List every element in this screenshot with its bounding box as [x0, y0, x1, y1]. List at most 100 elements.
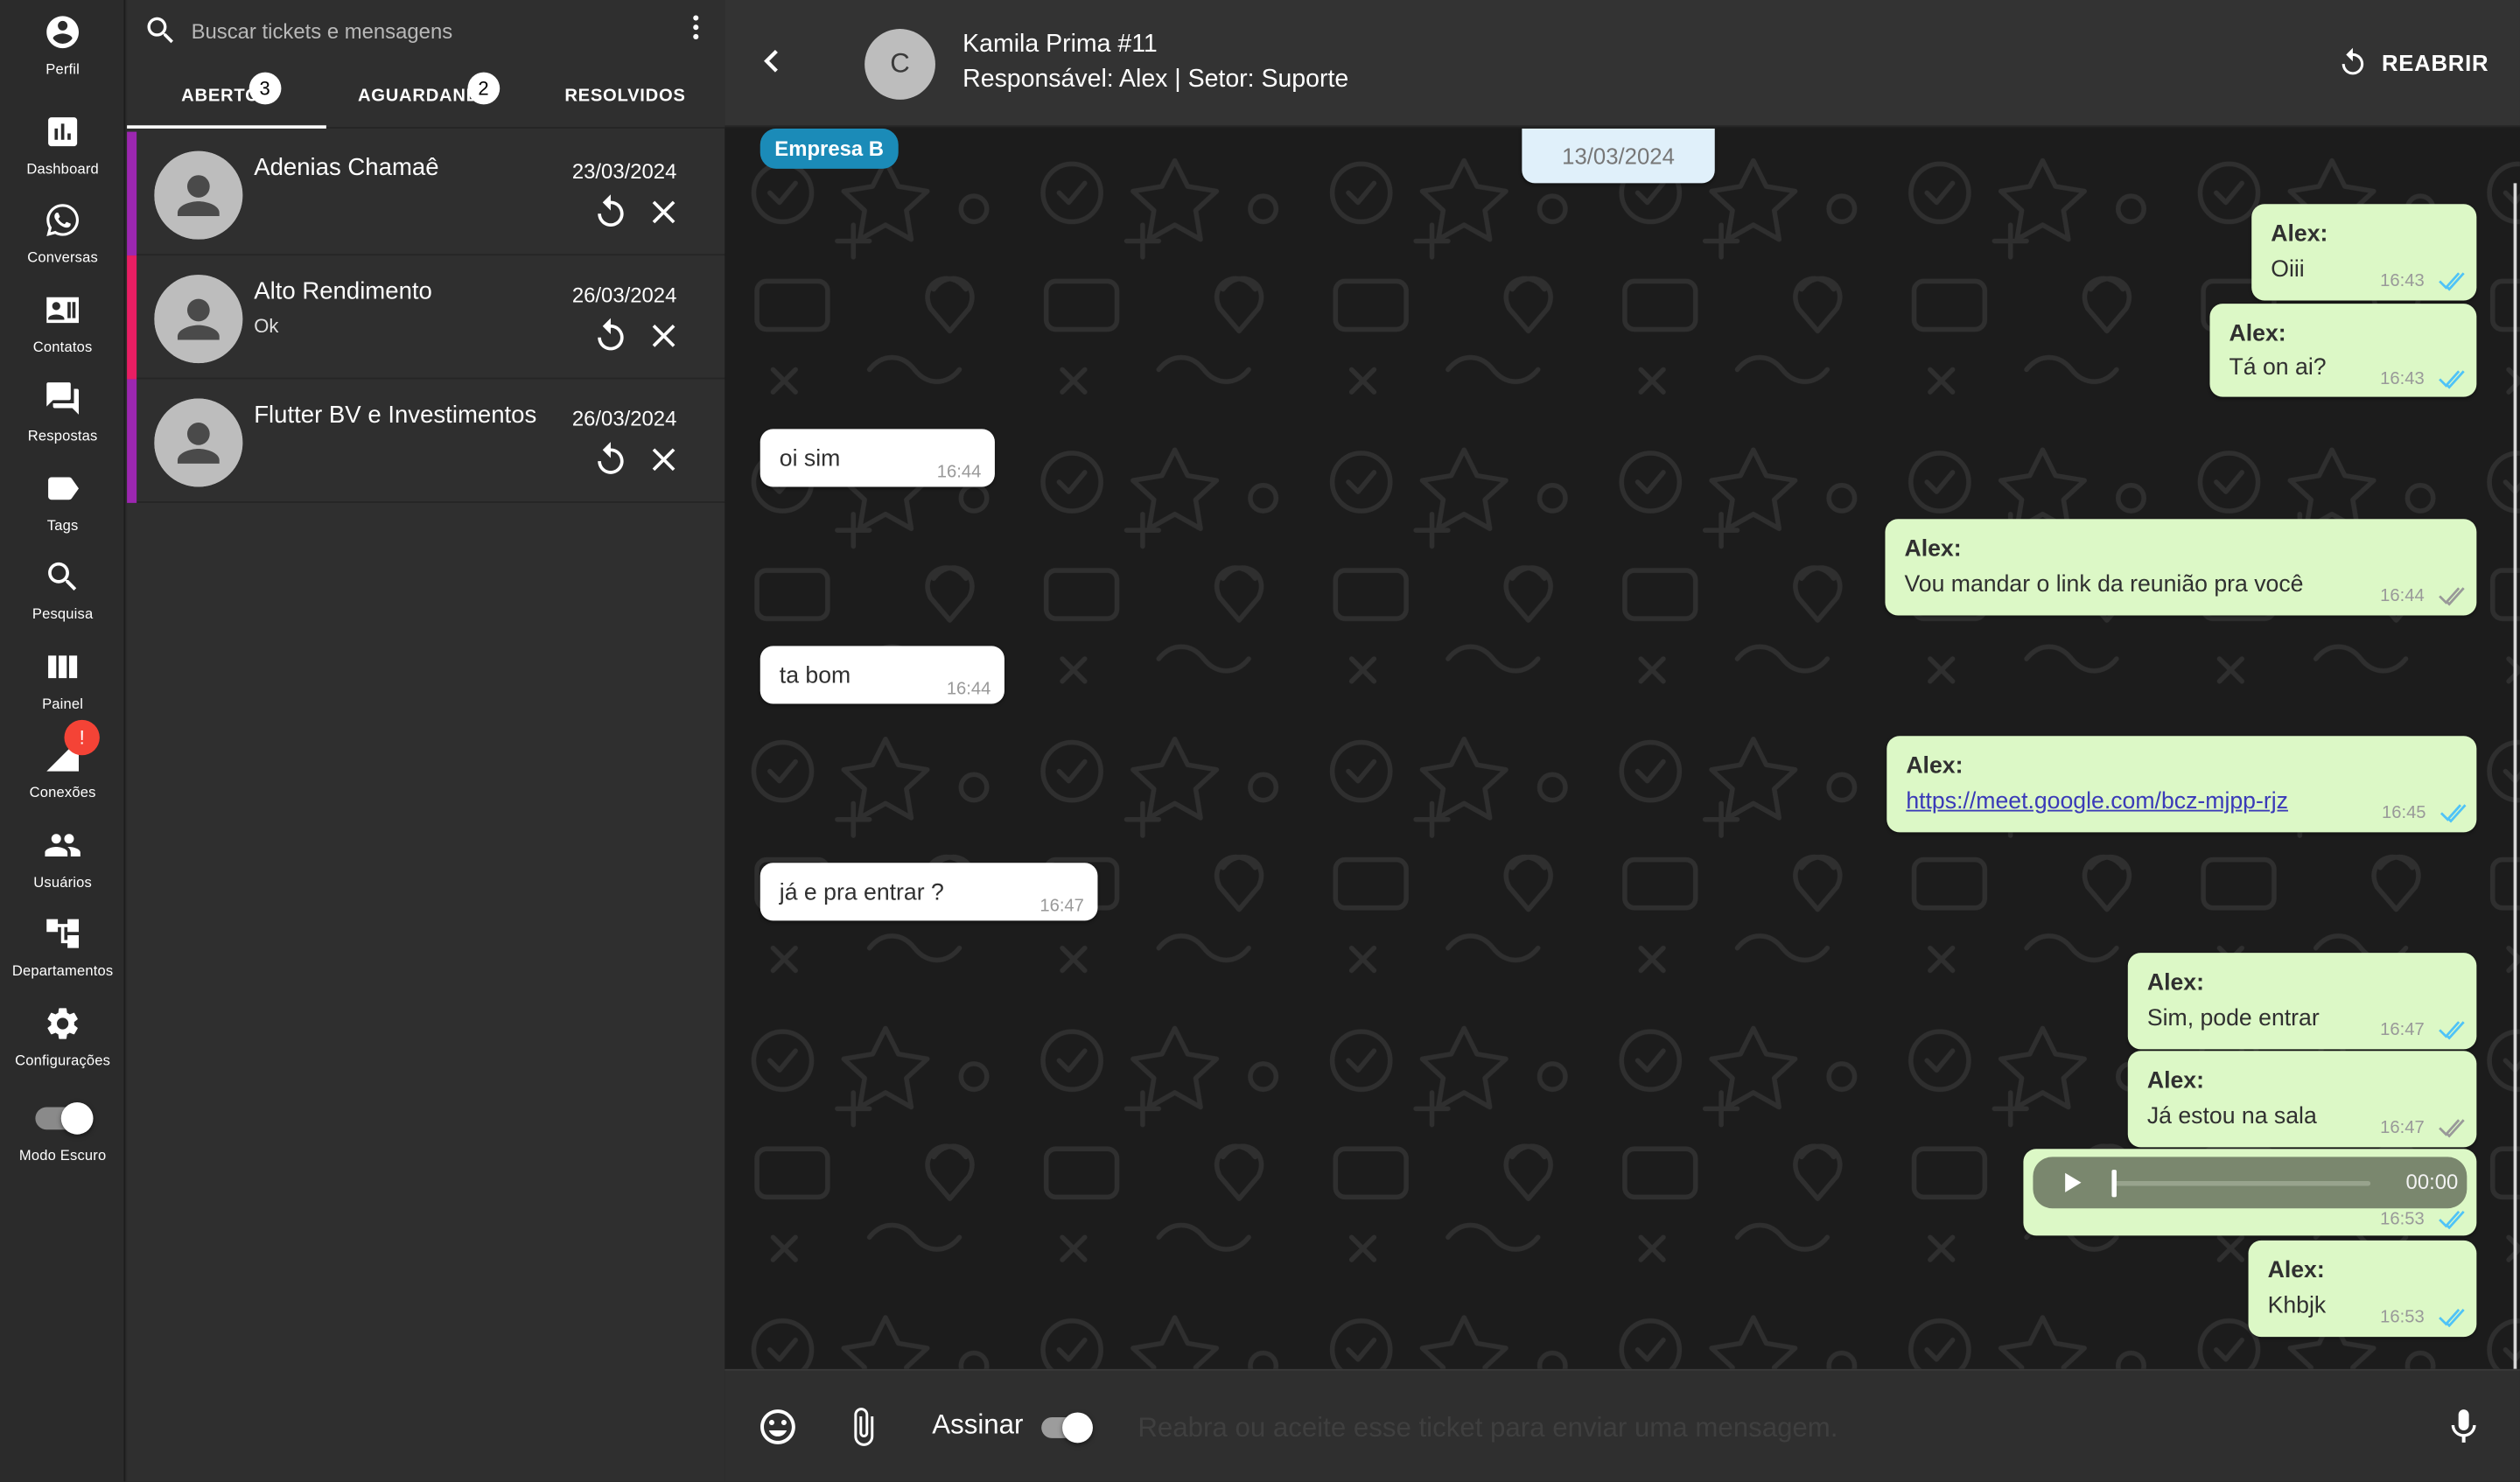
emoji-icon[interactable]: [757, 1406, 799, 1448]
message-composer: Assinar: [724, 1368, 2520, 1482]
gear-icon: [47, 1008, 78, 1039]
sign-toggle[interactable]: [1041, 1412, 1093, 1444]
reopen-button[interactable]: REABRIR: [2337, 44, 2489, 82]
ticket-color-bar: [127, 379, 137, 503]
avatar[interactable]: C: [864, 29, 935, 100]
message-bubble-incoming[interactable]: ta bom 16:44: [760, 646, 1004, 704]
ticket-contact-name: Alto Rendimento: [254, 277, 432, 305]
more-vertical-icon[interactable]: [680, 10, 712, 45]
ticket-last-message: Ok: [254, 314, 279, 338]
play-icon[interactable]: [2059, 1170, 2084, 1195]
close-icon[interactable]: [645, 317, 683, 355]
nav-label: Respostas: [27, 427, 98, 444]
nav-label: Usuários: [33, 874, 92, 891]
reopen-icon[interactable]: [592, 192, 630, 231]
ticket-date: 23/03/2024: [571, 158, 677, 184]
message-bubble-incoming[interactable]: oi sim 16:44: [760, 429, 995, 487]
message-bubble-outgoing[interactable]: Alex: Sim, pode entrar 16:47: [2127, 953, 2477, 1050]
audio-message-bubble[interactable]: 00:00 16:53: [2023, 1149, 2477, 1236]
audio-progress-track[interactable]: [2113, 1180, 2371, 1186]
message-time: 16:43: [2380, 369, 2425, 389]
nav-item-contatos[interactable]: Contatos: [0, 290, 125, 377]
users-icon: [45, 834, 80, 856]
audio-player[interactable]: 00:00: [2033, 1157, 2468, 1209]
message-bubble-incoming[interactable]: já e pra entrar ? 16:47: [760, 863, 1098, 921]
message-text: Vou mandar o link da reunião pra você: [1904, 571, 2304, 598]
delivered-ticks-icon: [2439, 1119, 2465, 1138]
nav-item-usuarios[interactable]: Usuários: [0, 826, 125, 912]
sign-label: Assinar: [932, 1409, 1024, 1440]
message-text: Já estou na sala: [2146, 1103, 2317, 1130]
nav-label: Painel: [42, 696, 84, 712]
org-tree-icon: [46, 919, 79, 948]
ticket-item[interactable]: Alto Rendimento Ok 26/03/2024: [127, 255, 725, 380]
read-ticks-icon: [2439, 370, 2465, 389]
avatar: [154, 150, 243, 240]
meeting-link[interactable]: https://meet.google.com/bcz-mjpp-rjz: [1906, 789, 2288, 814]
audio-progress-thumb[interactable]: [2111, 1170, 2117, 1198]
message-bubble-outgoing[interactable]: Alex: Khbjk 16:53: [2248, 1240, 2477, 1338]
back-icon[interactable]: [749, 38, 794, 83]
nav-item-painel[interactable]: Painel: [0, 647, 125, 734]
message-input[interactable]: [1138, 1407, 2392, 1450]
message-bubble-outgoing[interactable]: Alex: Já estou na sala 16:47: [2127, 1051, 2477, 1148]
search-input[interactable]: [191, 12, 658, 49]
message-author: Alex:: [2271, 221, 2328, 248]
message-text: Sim, pode entrar: [2146, 1005, 2320, 1032]
kanban-columns-icon: [48, 655, 78, 679]
whatsapp-icon: [46, 204, 79, 236]
nav-item-conexoes[interactable]: ! Conexões: [0, 719, 125, 822]
nav-item-tags[interactable]: Tags: [0, 469, 125, 556]
dark-mode-toggle[interactable]: [35, 1101, 94, 1135]
reopen-icon: [2342, 47, 2364, 75]
nav-item-respostas[interactable]: Respostas: [0, 379, 125, 465]
nav-item-departamentos[interactable]: Departamentos: [0, 914, 125, 1001]
nav-item-pesquisa[interactable]: Pesquisa: [0, 557, 125, 644]
message-text: Tá on ai?: [2229, 354, 2327, 381]
read-ticks-icon: [2440, 804, 2467, 823]
microphone-icon[interactable]: [2443, 1406, 2485, 1448]
tab-aguardando[interactable]: AGUARDANDO 2: [326, 64, 526, 128]
nav-label: Conversas: [27, 248, 98, 266]
message-time: 16:44: [2380, 586, 2425, 606]
ticket-tabs: ABERTOS 3 AGUARDANDO 2 RESOLVIDOS: [127, 64, 725, 129]
nav-label: Departamentos: [11, 962, 114, 979]
chat-contact-title[interactable]: Kamila Prima #11: [962, 31, 1158, 59]
message-bubble-outgoing[interactable]: Alex: Oiii 16:43: [2251, 204, 2477, 301]
contact-tag-chip[interactable]: Empresa B: [760, 128, 899, 169]
close-icon[interactable]: [645, 192, 683, 231]
reopen-icon[interactable]: [592, 317, 630, 355]
nav-item-conversas[interactable]: Conversas: [0, 201, 125, 288]
chat-header: C Kamila Prima #11 Responsável: Alex | S…: [724, 0, 2520, 128]
nav-label: Configurações: [15, 1052, 111, 1069]
nav-label: Dashboard: [26, 160, 99, 178]
nav-item-perfil[interactable]: Perfil: [0, 13, 125, 100]
nav-item-dashboard[interactable]: Dashboard: [0, 113, 125, 199]
close-icon[interactable]: [645, 440, 683, 479]
nav-label: Conexões: [29, 784, 96, 800]
ticket-list-panel: ABERTOS 3 AGUARDANDO 2 RESOLVIDOS Adenia…: [127, 0, 725, 1482]
tab-count-badge: 2: [467, 72, 500, 105]
nav-item-modo-escuro[interactable]: Modo Escuro: [0, 1099, 125, 1185]
scrollbar[interactable]: [2513, 183, 2517, 1369]
main-nav: Perfil Dashboard Conversas Contatos Resp…: [0, 0, 126, 1482]
read-ticks-icon: [2439, 1308, 2465, 1328]
tab-abertos[interactable]: ABERTOS 3: [127, 64, 326, 129]
reopen-icon[interactable]: [592, 440, 630, 479]
ticket-item[interactable]: Flutter BV e Investimentos 26/03/2024: [127, 379, 725, 503]
message-time: 16:43: [2380, 271, 2425, 291]
message-bubble-outgoing[interactable]: Alex: Vou mandar o link da reunião pra v…: [1885, 519, 2477, 616]
message-list[interactable]: Empresa B 13/03/2024 Alex: Oiii 16:43 Al…: [724, 128, 2520, 1369]
search-icon: [147, 17, 173, 44]
chat-panel: C Kamila Prima #11 Responsável: Alex | S…: [724, 0, 2520, 1482]
message-bubble-outgoing[interactable]: Alex: https://meet.google.com/bcz-mjpp-r…: [1886, 736, 2477, 833]
nav-item-configuracoes[interactable]: Configurações: [0, 1004, 125, 1091]
message-bubble-outgoing[interactable]: Alex: Tá on ai? 16:43: [2209, 304, 2477, 397]
ticket-item[interactable]: Adenias Chamaê 23/03/2024: [127, 131, 725, 256]
bar-chart-icon: [48, 117, 78, 147]
message-author: Alex:: [1904, 536, 1962, 563]
tab-resolvidos[interactable]: RESOLVIDOS: [526, 64, 725, 128]
account-circle-icon: [46, 16, 79, 49]
attach-icon[interactable]: [842, 1406, 884, 1448]
message-time: 16:45: [2381, 803, 2426, 823]
